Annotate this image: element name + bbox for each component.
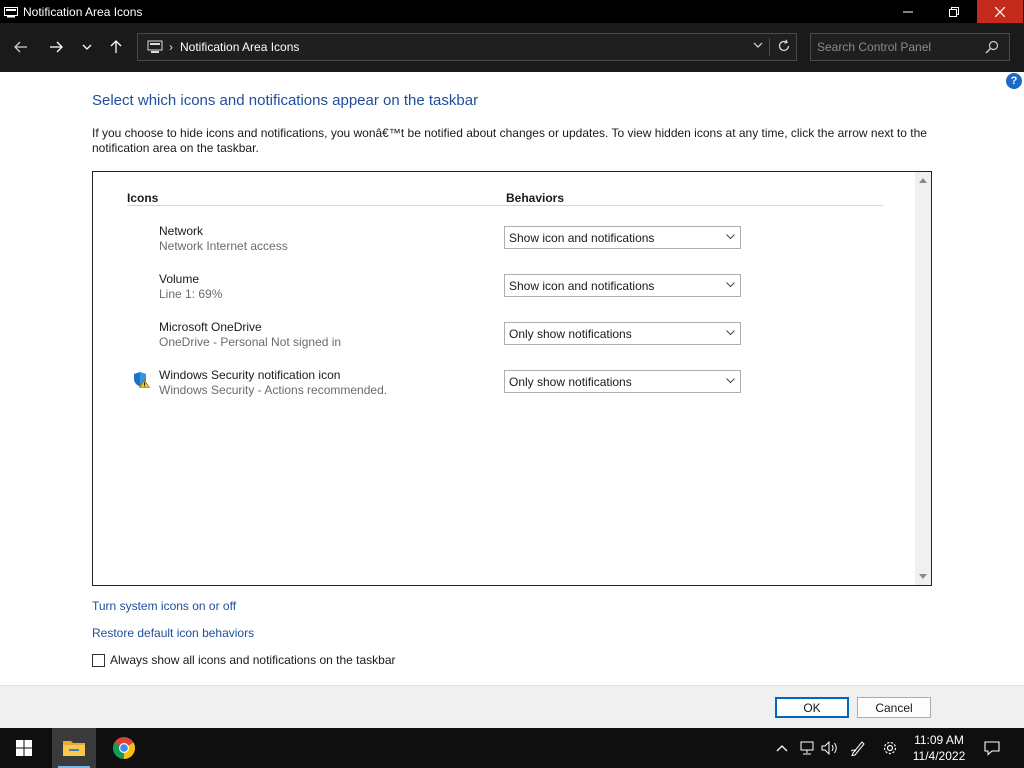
dialog-footer: OK Cancel [0,685,1024,728]
control-panel-icon [4,6,18,18]
clock-time: 11:09 AM [914,733,964,747]
pen-icon [850,741,865,756]
chrome-button[interactable] [102,728,146,768]
window-title: Notification Area Icons [23,4,143,19]
row-subtitle: Network Internet access [159,239,288,253]
behavior-select[interactable]: Show icon and notifications [504,274,741,297]
chevron-up-icon [776,745,788,752]
chevron-down-icon [726,330,735,336]
folder-icon [63,741,85,756]
file-explorer-button[interactable] [52,728,96,768]
always-show-label[interactable]: Always show all icons and notifications … [110,653,396,667]
row-subtitle: Windows Security - Actions recommended. [159,383,388,397]
behavior-value: Only show notifications [509,374,632,389]
taskbar: 11:09 AM 11/4/2022 [0,728,1024,768]
notification-center-button[interactable] [980,728,1004,768]
start-button[interactable] [4,728,44,768]
help-icon[interactable]: ? [1006,73,1022,89]
row-subtitle: OneDrive - Personal Not signed in [159,335,342,349]
address-history-button[interactable] [752,39,764,54]
vertical-scrollbar[interactable] [915,172,931,585]
close-icon [995,6,1005,17]
cancel-button[interactable]: Cancel [857,697,931,718]
always-show-option[interactable]: Always show all icons and notifications … [92,653,396,667]
show-hidden-icons-button[interactable] [771,728,793,768]
chevron-down-icon [82,44,92,50]
row-name: Windows Security notification icon [159,368,341,382]
row-name: Microsoft OneDrive [159,320,262,334]
divider [769,38,770,56]
column-header-icons: Icons [127,191,159,205]
close-button[interactable] [977,0,1023,23]
page-description: If you choose to hide icons and notifica… [92,126,927,155]
scroll-down-icon[interactable] [919,574,927,580]
control-panel-icon [147,40,163,54]
arrow-up-icon [110,40,122,53]
message-icon [984,741,1000,756]
chevron-down-icon [726,234,735,240]
search-input[interactable] [817,39,977,55]
list-item: Network Network Internet access Show ico… [127,224,847,260]
chevron-down-icon [726,282,735,288]
arrow-left-icon [14,41,27,53]
behavior-value: Show icon and notifications [509,278,655,293]
address-bar[interactable]: › Notification Area Icons [137,33,797,61]
volume-icon [821,741,837,755]
up-button[interactable] [104,35,128,59]
breadcrumb-separator-icon: › [169,40,173,54]
restore-icon [949,6,959,17]
system-clock[interactable]: 11:09 AM 11/4/2022 [905,732,973,764]
network-tray-button[interactable] [796,728,818,768]
behavior-value: Only show notifications [509,326,632,341]
minimize-icon [903,11,913,12]
restore-defaults-link[interactable]: Restore default icon behaviors [92,626,254,640]
volume-tray-button[interactable] [819,728,841,768]
list-item: Volume Line 1: 69% Show icon and notific… [127,272,847,308]
row-name: Network [159,224,204,238]
restore-button[interactable] [931,0,977,23]
windows-security-warning-icon [133,371,151,388]
minimize-button[interactable] [885,0,931,23]
always-show-checkbox[interactable] [92,653,105,667]
behavior-select[interactable]: Only show notifications [504,370,741,393]
title-bar: Notification Area Icons [0,0,1024,23]
clock-date: 11/4/2022 [912,749,966,763]
list-item: Windows Security notification icon Windo… [127,368,847,404]
pen-tray-button[interactable] [847,728,869,768]
search-icon[interactable] [985,40,999,57]
behavior-select[interactable]: Only show notifications [504,322,741,345]
chevron-down-icon [726,378,735,384]
refresh-icon [778,39,790,52]
arrow-right-icon [50,41,63,53]
column-header-behaviors: Behaviors [506,191,565,205]
search-box[interactable] [810,33,1010,61]
system-icons-link[interactable]: Turn system icons on or off [92,599,236,613]
behavior-select[interactable]: Show icon and notifications [504,226,741,249]
network-icon [800,741,814,755]
row-subtitle: Line 1: 69% [159,287,223,301]
gear-icon [883,741,897,755]
back-button[interactable] [9,35,33,59]
settings-tray-button[interactable] [879,728,901,768]
notification-icons-list: Icons Behaviors Network Network Internet… [92,171,932,586]
list-item: Microsoft OneDrive OneDrive - Personal N… [127,320,847,356]
forward-button[interactable] [44,35,68,59]
divider [127,205,883,206]
behavior-value: Show icon and notifications [509,230,655,245]
row-name: Volume [159,272,200,286]
chrome-icon [113,737,135,759]
ok-button[interactable]: OK [775,697,849,718]
breadcrumb[interactable]: Notification Area Icons [180,40,299,54]
recent-locations-button[interactable] [75,35,99,59]
page-title: Select which icons and notifications app… [92,92,479,109]
refresh-button[interactable] [777,39,791,56]
scroll-up-icon[interactable] [919,177,927,183]
navigation-bar: › Notification Area Icons [0,23,1024,72]
chevron-down-icon [753,42,763,48]
windows-logo-icon [16,740,32,756]
